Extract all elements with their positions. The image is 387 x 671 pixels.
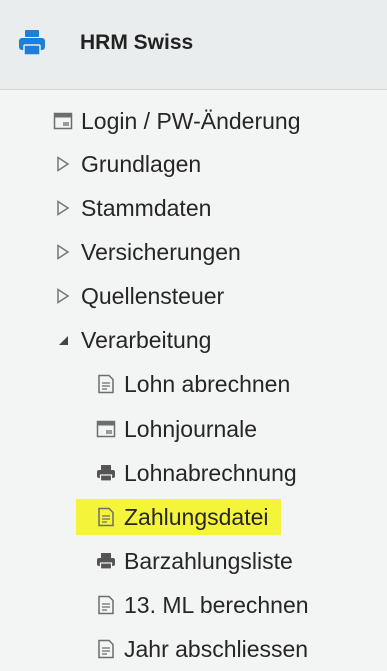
- document-icon: [95, 506, 117, 528]
- submenu-item-barzahlungsliste[interactable]: Barzahlungsliste: [95, 543, 293, 579]
- printer-icon: [95, 462, 117, 484]
- submenu-item-label: Jahr abschliessen: [124, 635, 309, 662]
- menu-item-label: Versicherungen: [81, 238, 241, 265]
- printer-icon: [95, 550, 117, 572]
- menu-item-grundlagen[interactable]: Grundlagen: [52, 146, 201, 182]
- menu-item-verarbeitung[interactable]: Verarbeitung: [52, 322, 211, 358]
- triangle-right-icon: [52, 197, 74, 219]
- submenu-item-lohnabrechnung[interactable]: Lohnabrechnung: [95, 455, 297, 491]
- submenu-item-label: Lohnabrechnung: [124, 459, 297, 486]
- submenu-item-label: Lohnjournale: [124, 415, 258, 442]
- submenu-item-zahlungsdatei[interactable]: Zahlungsdatei: [76, 499, 281, 535]
- document-icon: [95, 594, 117, 616]
- menu-item-stammdaten[interactable]: Stammdaten: [52, 190, 211, 226]
- submenu-item-label: 13. ML berechnen: [124, 591, 309, 618]
- window-icon: [95, 418, 117, 440]
- menu-item-label: Quellensteuer: [81, 282, 225, 309]
- submenu-item-lohnjournale[interactable]: Lohnjournale: [95, 411, 257, 447]
- menu-item-login[interactable]: Login / PW-Änderung: [52, 103, 301, 139]
- submenu-item-lohn-abrechnen[interactable]: Lohn abrechnen: [95, 366, 290, 402]
- submenu-item-13-ml-berechnen[interactable]: 13. ML berechnen: [95, 587, 309, 623]
- app-title[interactable]: HRM Swiss: [80, 30, 193, 56]
- printer-icon: [17, 28, 47, 58]
- submenu-item-jahr-abschliessen[interactable]: Jahr abschliessen: [95, 631, 308, 667]
- submenu-item-label: Barzahlungsliste: [124, 547, 293, 574]
- triangle-right-icon: [52, 285, 74, 307]
- menu-item-label: Verarbeitung: [81, 326, 212, 353]
- document-icon: [95, 638, 117, 660]
- submenu-item-label: Lohn abrechnen: [124, 370, 291, 397]
- triangle-right-icon: [52, 241, 74, 263]
- document-icon: [95, 373, 117, 395]
- menu-item-label: Login / PW-Änderung: [81, 107, 301, 134]
- menu-item-label: Grundlagen: [81, 150, 202, 177]
- triangle-right-icon: [52, 153, 74, 175]
- menu-item-versicherungen[interactable]: Versicherungen: [52, 234, 241, 270]
- submenu-item-label: Zahlungsdatei: [124, 503, 269, 530]
- app-header: HRM Swiss: [0, 0, 387, 90]
- triangle-down-icon: [52, 329, 74, 351]
- menu-item-label: Stammdaten: [81, 194, 212, 221]
- menu-item-quellensteuer[interactable]: Quellensteuer: [52, 278, 224, 314]
- window-icon: [52, 110, 74, 132]
